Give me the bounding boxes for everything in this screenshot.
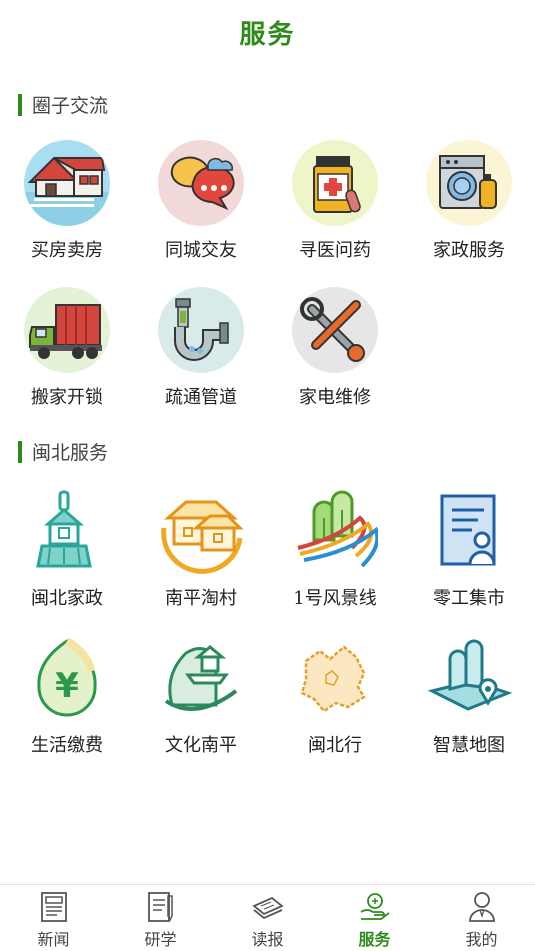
service-label: 闽北家政	[31, 588, 103, 609]
newspaper-icon	[37, 890, 71, 924]
service-tile-culture-nanping[interactable]: 文化南平	[134, 635, 268, 757]
service-label: 零工集市	[433, 588, 505, 609]
service-tile-housekeeping[interactable]: 家政服务	[402, 140, 535, 262]
tab-read-paper[interactable]: 读报	[214, 885, 321, 951]
service-tile-minbei-housekeeping[interactable]: 闽北家政	[0, 488, 134, 610]
service-tile-medicine[interactable]: 寻医问药	[268, 140, 402, 262]
service-label: 同城交友	[165, 240, 237, 261]
scenic-road-icon	[292, 488, 378, 574]
smart-map-icon	[426, 635, 512, 721]
service-label: 南平淘村	[165, 588, 237, 609]
chat-bubbles-icon	[158, 140, 244, 226]
service-tile-minbei-travel[interactable]: 闽北行	[268, 635, 402, 757]
notebook-pen-icon	[144, 890, 178, 924]
service-tile-house[interactable]: 买房卖房	[0, 140, 134, 262]
tab-label: 服务	[358, 930, 391, 949]
village-houses-icon	[158, 488, 244, 574]
service-tile-nanping-village[interactable]: 南平淘村	[134, 488, 268, 610]
repair-tools-icon	[292, 287, 378, 373]
service-tile-friends[interactable]: 同城交友	[134, 140, 268, 262]
yuan-leaf-icon: ¥	[24, 635, 110, 721]
tab-label: 新闻	[37, 930, 70, 949]
medicine-bottle-icon	[292, 140, 378, 226]
service-label: 闽北行	[308, 735, 362, 756]
service-label: 生活缴费	[31, 735, 103, 756]
cleaning-brush-icon	[24, 488, 110, 574]
service-hand-icon	[358, 890, 392, 924]
service-label: 文化南平	[165, 735, 237, 756]
tab-services[interactable]: 服务	[321, 885, 428, 951]
service-label: 疏通管道	[165, 387, 237, 408]
washing-machine-icon	[426, 140, 512, 226]
top-header: 服务	[0, 0, 535, 64]
tab-study[interactable]: 研学	[107, 885, 214, 951]
section-accent-bar	[18, 93, 22, 116]
page-title: 服务	[239, 19, 296, 50]
section-accent-bar	[18, 440, 22, 463]
service-label: 搬家开锁	[31, 387, 103, 408]
service-label: 1号风景线	[293, 588, 377, 609]
service-label: 寻医问药	[299, 240, 371, 261]
region-map-icon	[292, 635, 378, 721]
section-title-circle: 圈子交流	[18, 91, 108, 118]
service-label: 智慧地图	[433, 735, 505, 756]
service-tile-scenic-line[interactable]: 1号风景线	[268, 488, 402, 610]
service-tile-moving[interactable]: 搬家开锁	[0, 287, 134, 409]
tab-label: 我的	[465, 930, 498, 949]
service-tile-gig-market[interactable]: 零工集市	[402, 488, 535, 610]
bottom-tab-bar: 新闻 研学 读报 服务 我的	[0, 884, 535, 951]
newspaper-stack-icon	[251, 890, 285, 924]
svg-text:¥: ¥	[55, 666, 79, 706]
section-label: 圈子交流	[32, 95, 109, 117]
section-label: 闽北服务	[32, 442, 109, 464]
tab-label: 读报	[251, 930, 284, 949]
service-tile-smart-map[interactable]: 智慧地图	[402, 635, 535, 757]
moving-truck-icon	[24, 287, 110, 373]
tab-profile[interactable]: 我的	[428, 885, 535, 951]
service-tile-utility-payment[interactable]: ¥ 生活缴费	[0, 635, 134, 757]
service-tile-pipe[interactable]: 疏通管道	[134, 287, 268, 409]
user-profile-icon	[465, 890, 499, 924]
resume-document-icon	[426, 488, 512, 574]
house-icon	[24, 140, 110, 226]
service-label: 家电维修	[299, 387, 371, 408]
service-label: 买房卖房	[31, 240, 103, 261]
service-label: 家政服务	[433, 240, 505, 261]
culture-pavilion-icon	[158, 635, 244, 721]
tab-news[interactable]: 新闻	[0, 885, 107, 951]
tab-label: 研学	[144, 930, 177, 949]
section-title-minbei: 闽北服务	[18, 438, 108, 465]
pipe-icon	[158, 287, 244, 373]
service-tile-repair[interactable]: 家电维修	[268, 287, 402, 409]
